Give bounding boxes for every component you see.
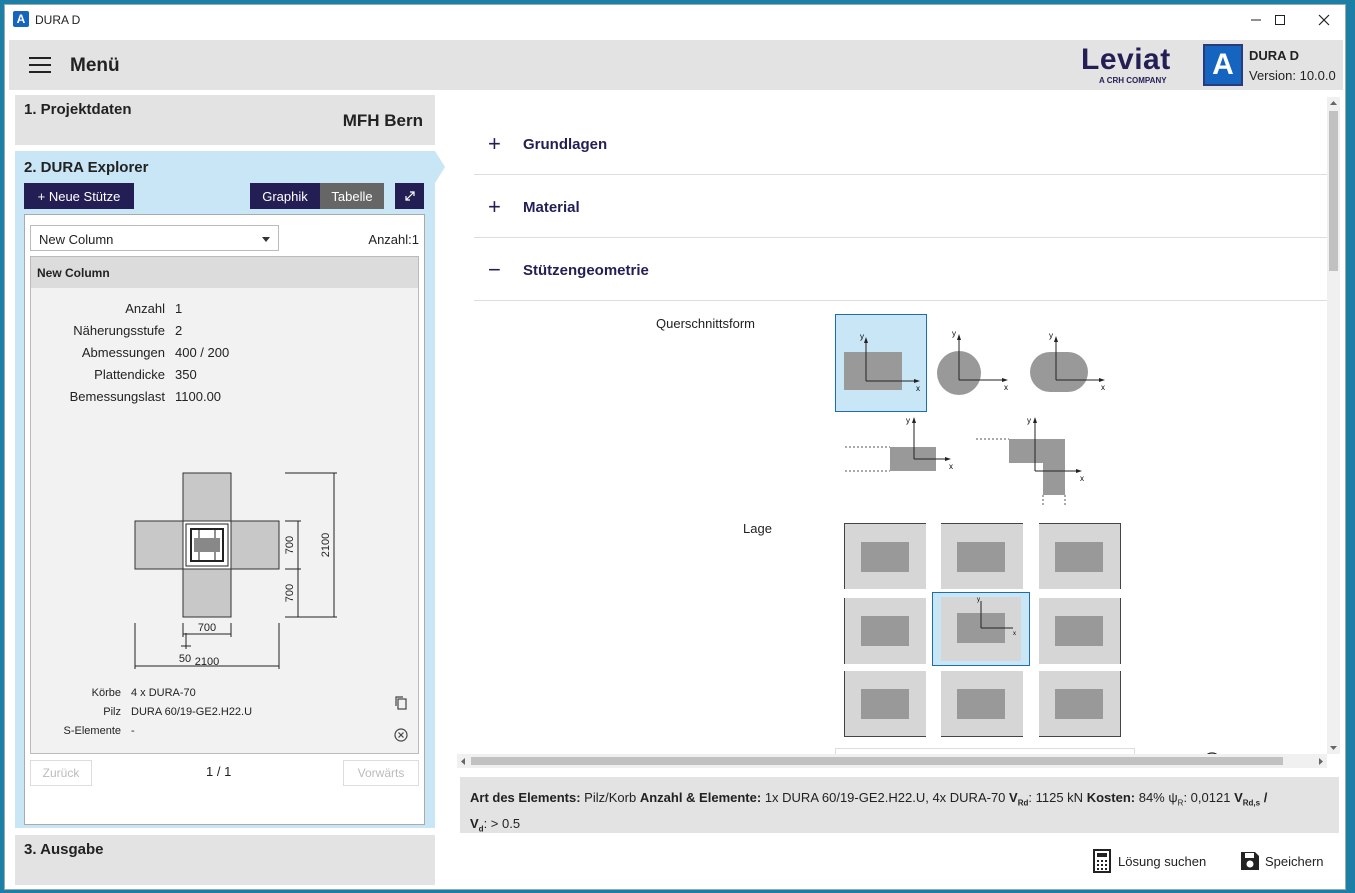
svg-text:x: x — [1013, 631, 1016, 637]
menu-bar: Menü Leviat A CRH COMPANY A DURA D Versi… — [9, 40, 1343, 90]
section-title: 2. DURA Explorer — [24, 159, 149, 176]
position-top-left[interactable] — [844, 523, 926, 589]
title-bar: A DURA D — [5, 5, 1345, 35]
chevron-down-icon — [262, 237, 270, 242]
solve-button[interactable]: Lösung suchen — [1092, 847, 1206, 875]
main-content: + Grundlagen + Material − Stützengeometr… — [460, 95, 1344, 775]
explorer-panel: New Column Anzahl:1 New Column Anzahl 1 … — [24, 214, 425, 825]
svg-text:x: x — [1101, 383, 1105, 392]
vertical-scroll-thumb[interactable] — [1329, 111, 1338, 271]
svg-text:x: x — [949, 462, 953, 471]
prev-button[interactable]: Zurück — [30, 760, 92, 786]
expand-button[interactable] — [395, 183, 424, 209]
shape-edge-option[interactable]: xy — [835, 415, 955, 479]
result-status-bar: Art des Elements: Pilz/Korb Anzahl & Ele… — [460, 777, 1339, 833]
svg-text:y: y — [977, 597, 980, 603]
dim-700-horizontal: 700 — [198, 622, 216, 634]
position-top-center[interactable] — [941, 523, 1023, 589]
section-arrow — [435, 151, 445, 183]
maximize-button[interactable] — [1257, 5, 1303, 35]
scroll-up-icon — [1330, 101, 1337, 105]
pager: Zurück 1 / 1 Vorwärts — [30, 760, 419, 788]
hamburger-icon[interactable] — [29, 57, 51, 73]
dim-50: 50 — [179, 653, 191, 665]
section-ausgabe[interactable]: 3. Ausgabe — [15, 835, 435, 885]
shape-oval-option[interactable]: xy — [1025, 314, 1117, 412]
maximize-icon — [1275, 15, 1285, 25]
scroll-down-icon — [1330, 746, 1337, 750]
vertical-scrollbar[interactable] — [1327, 97, 1340, 754]
next-button[interactable]: Vorwärts — [343, 760, 419, 786]
delete-icon[interactable] — [393, 727, 409, 743]
save-button[interactable]: Speichern — [1239, 847, 1324, 875]
dim-2100-horizontal: 2100 — [195, 656, 219, 668]
plus-icon: + — [488, 194, 501, 219]
svg-text:x: x — [1004, 383, 1008, 392]
section-dura-explorer: 2. DURA Explorer + Neue Stütze Graphik T… — [15, 151, 435, 828]
position-bottom-center[interactable] — [941, 671, 1023, 737]
svg-text:y: y — [860, 332, 864, 341]
page-indicator: 1 / 1 — [206, 764, 232, 779]
close-icon — [1318, 14, 1330, 26]
horizontal-scroll-thumb[interactable] — [471, 757, 1283, 765]
shape-corner-option[interactable]: xy — [972, 415, 1092, 509]
app-version: Version: 10.0.0 — [1249, 68, 1336, 83]
leviat-logo: Leviat A CRH COMPANY — [1081, 43, 1171, 86]
app-name: DURA D — [1249, 48, 1300, 63]
svg-text:y: y — [906, 416, 910, 425]
lage-label: Lage — [743, 521, 772, 536]
position-top-right[interactable] — [1039, 523, 1121, 589]
menu-label[interactable]: Menü — [70, 55, 120, 77]
column-dropdown[interactable]: New Column — [30, 225, 279, 251]
dura-logo: A — [1203, 44, 1243, 86]
section-title: 1. Projektdaten — [24, 101, 132, 118]
column-drawing: 2100 700 700 700 50 2100 — [134, 472, 337, 669]
dim-700-vertical-top: 700 — [284, 536, 296, 554]
accordion-stuetzengeometrie[interactable]: − Stützengeometrie — [474, 238, 1329, 301]
svg-text:y: y — [1027, 416, 1031, 425]
view-graphik-button[interactable]: Graphik — [250, 183, 320, 209]
position-center[interactable]: xy — [932, 592, 1030, 666]
position-middle-left[interactable] — [844, 598, 926, 664]
scroll-left-icon — [461, 758, 465, 765]
section-title: 3. Ausgabe — [24, 841, 104, 858]
expand-icon — [404, 191, 415, 201]
svg-text:x: x — [1080, 474, 1084, 483]
count-label: Anzahl:1 — [368, 232, 419, 247]
shape-circle-option[interactable]: xy — [930, 314, 1022, 412]
card-header: New Column — [31, 257, 418, 288]
project-name: MFH Bern — [342, 111, 423, 130]
plus-icon: + — [488, 131, 501, 156]
new-column-button[interactable]: + Neue Stütze — [24, 183, 134, 209]
close-button[interactable] — [1301, 5, 1345, 35]
position-bottom-left[interactable] — [844, 671, 926, 737]
svg-text:x: x — [916, 384, 920, 393]
minus-icon: − — [488, 257, 501, 282]
dim-700-vertical-bottom: 700 — [284, 584, 296, 602]
scroll-right-icon — [1319, 758, 1323, 765]
app-icon: A — [13, 11, 29, 27]
calculator-icon — [1093, 849, 1111, 873]
svg-text:y: y — [952, 329, 956, 338]
save-icon — [1241, 852, 1259, 870]
view-tabelle-button[interactable]: Tabelle — [320, 183, 384, 209]
shape-rectangle-option[interactable]: xy — [835, 314, 927, 412]
app-window: A DURA D Menü Leviat A CRH COMPANY A DUR… — [4, 4, 1346, 890]
copy-icon[interactable] — [393, 695, 409, 711]
accordion-grundlagen[interactable]: + Grundlagen — [474, 112, 1329, 175]
window-title: DURA D — [35, 13, 81, 27]
column-card[interactable]: New Column Anzahl 1 Näherungsstufe 2 Abm… — [30, 256, 419, 754]
position-middle-right[interactable] — [1039, 598, 1121, 664]
svg-text:y: y — [1049, 331, 1053, 340]
accordion-material[interactable]: + Material — [474, 175, 1329, 238]
section-projektdaten[interactable]: 1. Projektdaten MFH Bern — [15, 95, 435, 145]
dim-2100-vertical: 2100 — [320, 533, 332, 557]
querschnittsform-label: Querschnittsform — [656, 316, 755, 331]
horizontal-scrollbar[interactable] — [457, 754, 1327, 768]
position-bottom-right[interactable] — [1039, 671, 1121, 737]
